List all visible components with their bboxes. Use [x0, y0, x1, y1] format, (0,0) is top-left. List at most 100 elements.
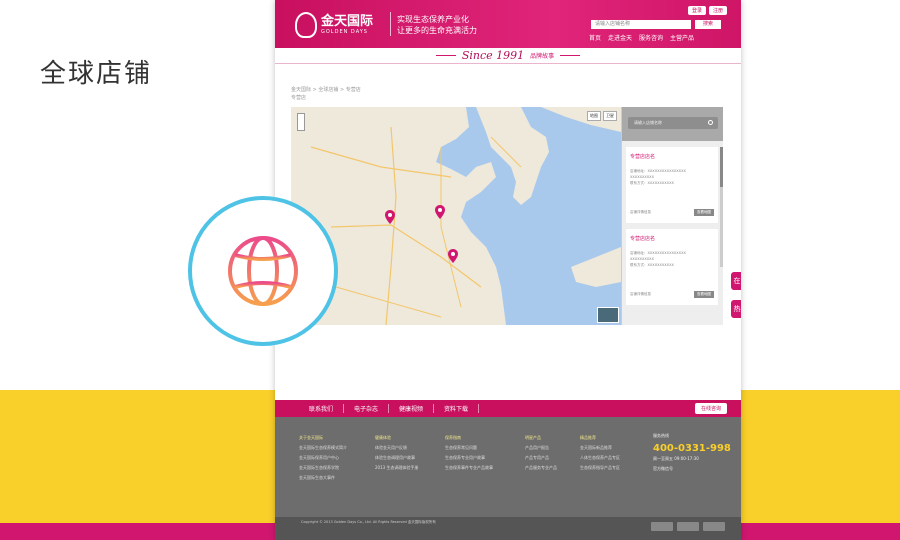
- online-consult-button[interactable]: 在线咨询: [694, 403, 727, 414]
- badge-icon[interactable]: [703, 522, 725, 531]
- map-type-map[interactable]: 地图: [587, 111, 601, 121]
- map-type-switch: 地图 卫星: [587, 111, 617, 121]
- footer-col-star: 明星产品 产品用户报告 产品专用产品 产品服务专业产品: [525, 433, 557, 473]
- footer-link[interactable]: 人体生态保养产品专区: [580, 453, 620, 463]
- since-text: Since 1991: [461, 49, 525, 62]
- since-divider-right: [560, 55, 581, 56]
- store-map[interactable]: 地图 卫星 © Map: [291, 107, 621, 325]
- scrollbar-thumb[interactable]: [720, 147, 723, 187]
- store-name: 专营店店名: [630, 236, 656, 242]
- store-search-bar: 请输入店铺名称: [622, 107, 723, 141]
- view-map-button[interactable]: 查看地图: [694, 209, 714, 216]
- store-list: 专营店店名 店铺地址：XXXXXXXXXXXXXXXX XXXXXXXXXX 联…: [622, 147, 722, 311]
- store-contact: 联系方式：XXXXXXXXXXX: [630, 181, 674, 185]
- login-button[interactable]: 登录: [687, 6, 706, 15]
- list-item[interactable]: 专营店店名 店铺地址：XXXXXXXXXXXXXXXX XXXXXXXXXX 联…: [626, 147, 718, 223]
- breadcrumb-current: 专营店: [291, 95, 307, 101]
- footer-contact: 服务热线 400-0331-998 周一至周五 09:00-17:30 官方微信…: [653, 433, 731, 472]
- footer-link[interactable]: 体验生态调理用户故事: [375, 453, 418, 463]
- footer-col-recommend: 精品推荐 金天国际新品推荐 人体生态保养产品专区 生态保养指导产品专区: [580, 433, 620, 473]
- slogan: 实现生态保养产业化 让更多的生命充满活力: [397, 14, 477, 36]
- footer-link[interactable]: 生态保养专业用户故事: [445, 453, 493, 463]
- footer-nav-video[interactable]: 健康视频: [389, 404, 435, 413]
- footer-link[interactable]: 产品专用产品: [525, 453, 557, 463]
- globe-icon: [228, 236, 298, 306]
- nav-home[interactable]: 首页: [589, 33, 601, 42]
- footer-link[interactable]: 金天国际新品推荐: [580, 443, 620, 453]
- footer-nav-download[interactable]: 资料下载: [434, 404, 480, 413]
- footer-nav: 联系我们 电子杂志 健康视频 资料下载 在线咨询: [275, 400, 741, 417]
- store-pin-icon[interactable]: [385, 210, 395, 224]
- hotline-number[interactable]: 400-0331-998: [653, 443, 731, 454]
- breadcrumb: 金天国际 > 全球店铺 > 专营店 专营店: [291, 86, 361, 102]
- store-detail-link[interactable]: 店铺详情信息: [630, 210, 651, 215]
- website-screenshot: 金天国际 GOLDEN DAYS 实现生态保养产业化 让更多的生命充满活力 登录…: [275, 0, 741, 540]
- map-thumbnail[interactable]: [597, 307, 619, 323]
- logo-cn: 金天国际: [321, 14, 374, 29]
- map-zoom-control[interactable]: [297, 113, 305, 131]
- store-list-scrollbar[interactable]: [720, 147, 723, 267]
- map-land-svg: [291, 107, 621, 325]
- register-button[interactable]: 注册: [708, 6, 727, 15]
- badge-icon[interactable]: [651, 522, 673, 531]
- site-search-button[interactable]: 搜索: [695, 20, 721, 29]
- store-name: 专营店店名: [630, 154, 656, 160]
- search-icon[interactable]: [708, 120, 713, 125]
- footer-col-head: 保养指南: [445, 435, 461, 440]
- footer-link[interactable]: 产品用户报告: [525, 443, 557, 453]
- footer-col-head: 明星产品: [525, 435, 541, 440]
- copyright-text: Copyright © 2013 Golden Days Co., Ltd. A…: [301, 520, 436, 524]
- side-tab-hotline[interactable]: 热: [731, 300, 741, 318]
- since-divider-left: [435, 55, 456, 56]
- trust-badges: [651, 522, 725, 531]
- footer-nav-magazine[interactable]: 电子杂志: [344, 404, 390, 413]
- store-search-input[interactable]: 请输入店铺名称: [628, 117, 718, 129]
- site-search-input[interactable]: 请输入店铺名称: [591, 20, 691, 29]
- brand-story-link[interactable]: 品牌故事: [530, 51, 554, 60]
- footer-link[interactable]: 金天国际生态保养模式简介: [299, 443, 347, 453]
- store-pin-icon[interactable]: [448, 249, 458, 263]
- main-nav: 首页 走进金天 服务咨询 主营产品: [589, 33, 694, 42]
- footer-link[interactable]: 金天国际保养用户中心: [299, 453, 347, 463]
- footer-link[interactable]: 生态保养事件专业产品故事: [445, 463, 493, 473]
- store-detail-link[interactable]: 店铺详情信息: [630, 292, 651, 297]
- map-type-satellite[interactable]: 卫星: [603, 111, 617, 121]
- footer-link[interactable]: 金天国际生态大事件: [299, 473, 347, 483]
- footer-col-head: 健康体验: [375, 435, 391, 440]
- footer-link[interactable]: 体验金天用户反馈: [375, 443, 418, 453]
- footer-nav-contact[interactable]: 联系我们: [299, 404, 345, 413]
- store-contact: 联系方式：XXXXXXXXXXX: [630, 263, 674, 267]
- footer-col-head: 精品推荐: [580, 435, 596, 440]
- header-divider: [390, 12, 391, 36]
- footer-link[interactable]: 生态保养常见问题: [445, 443, 493, 453]
- nav-products[interactable]: 主营产品: [670, 33, 694, 42]
- store-list-panel: 请输入店铺名称 专营店店名 店铺地址：XXXXXXXXXXXXXXXX XXXX…: [621, 107, 723, 325]
- footer-link[interactable]: 金天国际生态保养学院: [299, 463, 347, 473]
- copyright-bar: Copyright © 2013 Golden Days Co., Ltd. A…: [275, 517, 741, 540]
- slogan-line2: 让更多的生命充满活力: [397, 26, 477, 35]
- list-item[interactable]: 专营店店名 店铺地址：XXXXXXXXXXXXXXXX XXXXXXXXXX 联…: [626, 229, 718, 305]
- logo-en: GOLDEN DAYS: [321, 29, 368, 35]
- globe-feature-badge: [188, 196, 338, 346]
- side-tab-online[interactable]: 在: [731, 272, 741, 290]
- page-title: 全球店铺: [40, 59, 153, 89]
- footer-link[interactable]: 产品服务专业产品: [525, 463, 557, 473]
- view-map-button[interactable]: 查看地图: [694, 291, 714, 298]
- nav-service[interactable]: 服务咨询: [639, 33, 663, 42]
- footer-link[interactable]: 2013 生态调理体验手册: [375, 463, 418, 473]
- since-banner: Since 1991 品牌故事: [275, 48, 741, 64]
- service-hours: 周一至周五 09:00-17:30: [653, 456, 699, 461]
- site-logo[interactable]: 金天国际 GOLDEN DAYS: [295, 8, 383, 42]
- nav-about[interactable]: 走进金天: [608, 33, 632, 42]
- store-pin-icon[interactable]: [435, 205, 445, 219]
- breadcrumb-path[interactable]: 金天国际 > 全球店铺 > 专营店: [291, 86, 361, 94]
- footer-col-guide: 保养指南 生态保养常见问题 生态保养专业用户故事 生态保养事件专业产品故事: [445, 433, 493, 473]
- footer-link[interactable]: 生态保养指导产品专区: [580, 463, 620, 473]
- slogan-line1: 实现生态保养产业化: [397, 15, 469, 24]
- hotline-label: 服务热线: [653, 433, 669, 438]
- logo-mark-icon: [295, 12, 317, 38]
- wechat-label[interactable]: 官方微信号: [653, 466, 731, 472]
- badge-icon[interactable]: [677, 522, 699, 531]
- footer-col-about: 关于金天国际 金天国际生态保养模式简介 金天国际保养用户中心 金天国际生态保养学…: [299, 433, 347, 483]
- site-header: 金天国际 GOLDEN DAYS 实现生态保养产业化 让更多的生命充满活力 登录…: [275, 0, 741, 48]
